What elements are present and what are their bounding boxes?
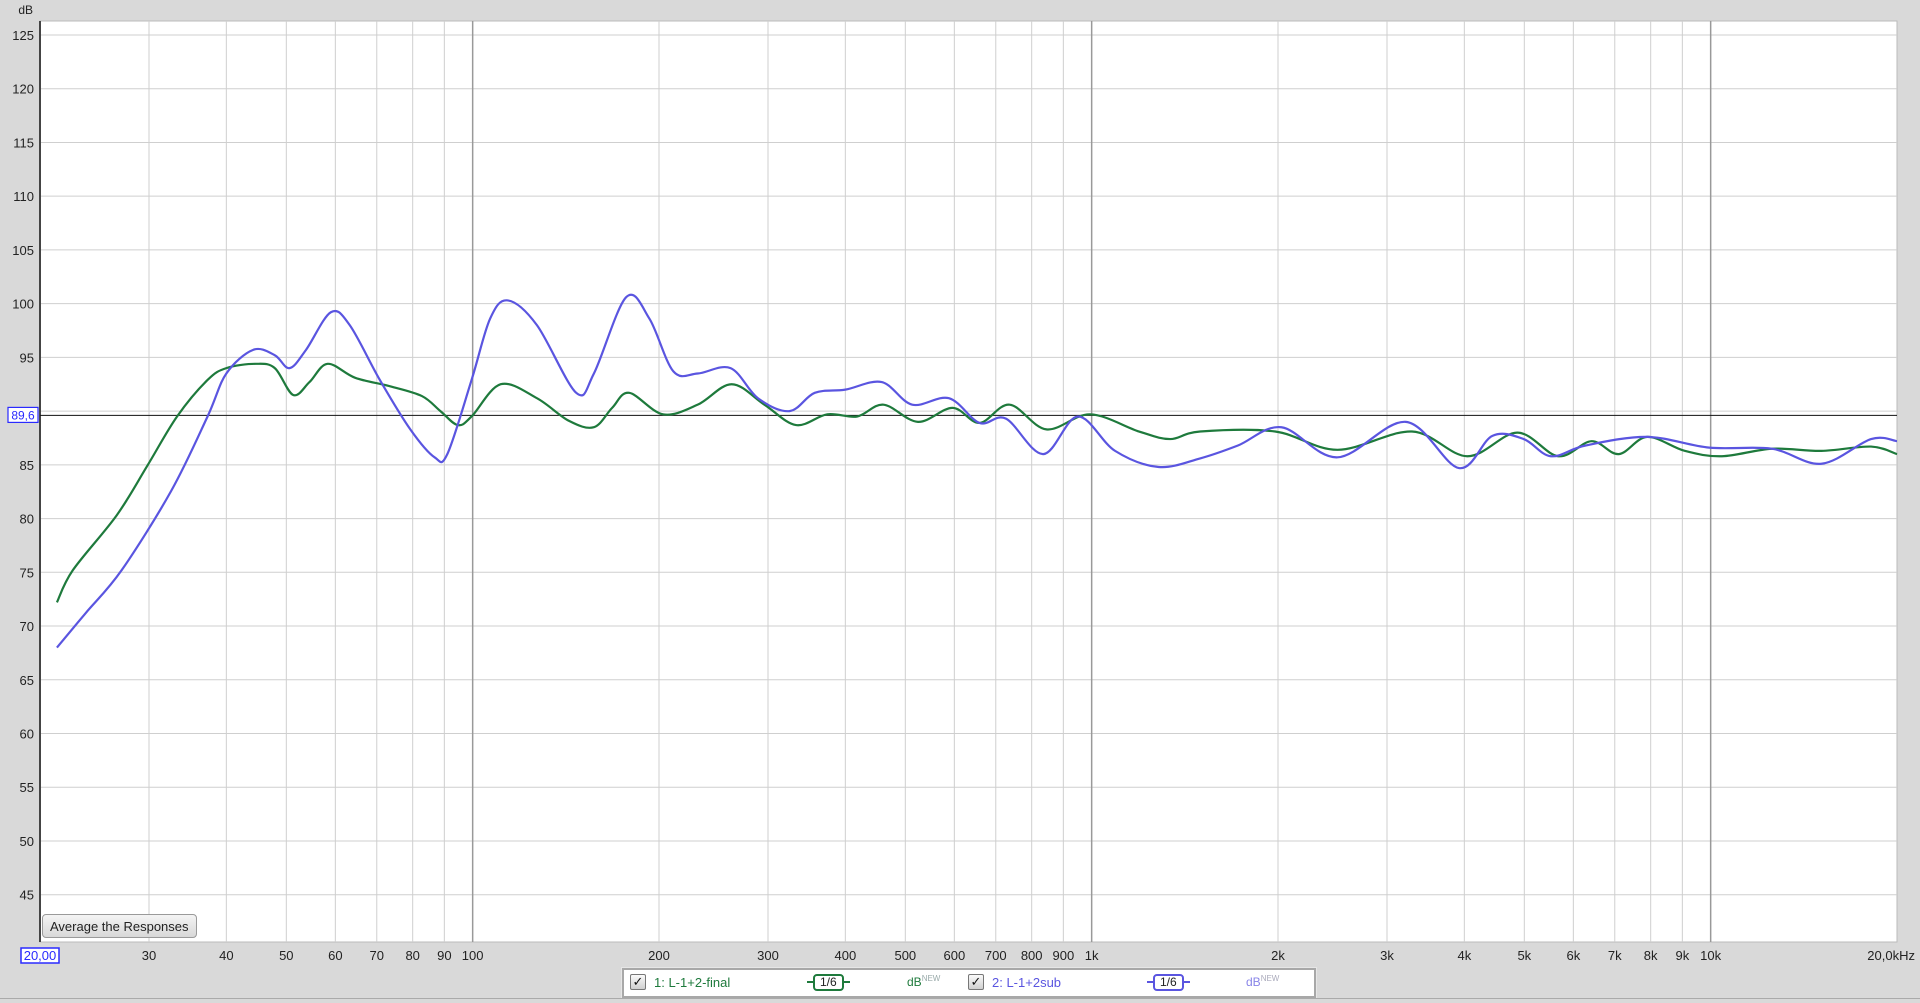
y-tick-label: 70 [20, 619, 34, 634]
x-tick-label: 20,0kHz [1867, 948, 1915, 963]
x-tick-label: 1k [1085, 948, 1099, 963]
series-1-unit-text: dB [907, 975, 922, 989]
x-tick-label: 9k [1675, 948, 1689, 963]
x-tick-label: 90 [437, 948, 451, 963]
x-tick-label: 20,00 [24, 948, 57, 963]
y-tick-label: 65 [20, 673, 34, 688]
x-tick-label: 200 [648, 948, 670, 963]
x-tick-label: 8k [1644, 948, 1658, 963]
x-tick-label: 80 [405, 948, 419, 963]
y-tick-label: 95 [20, 350, 34, 365]
x-tick-label: 40 [219, 948, 233, 963]
series-1-checkbox[interactable]: ✓ [630, 974, 646, 990]
y-tick-label: 115 [13, 135, 34, 150]
series-2-unit-text: dB [1246, 975, 1261, 989]
y-tick-label: 45 [20, 888, 34, 903]
y-axis-label: dB [18, 3, 33, 17]
x-tick-label: 3k [1380, 948, 1394, 963]
plot-area [39, 20, 1898, 943]
y-tick-label: 100 [12, 297, 34, 312]
y-tick-label: 110 [13, 189, 34, 204]
x-tick-label: 2k [1271, 948, 1285, 963]
x-tick-label: 70 [370, 948, 384, 963]
y-tick-label: 80 [20, 512, 34, 527]
x-tick-label: 5k [1517, 948, 1531, 963]
y-tick-label: 75 [20, 565, 34, 580]
legend: ✓ 1: L-1+2-final 1/6 dBNEW ✓ 2: L-1+2sub… [622, 968, 1316, 998]
x-tick-label: 600 [943, 948, 965, 963]
x-tick-label: 30 [142, 948, 156, 963]
average-responses-button[interactable]: Average the Responses [42, 914, 197, 938]
x-tick-label: 900 [1052, 948, 1074, 963]
x-tick-label: 300 [757, 948, 779, 963]
y-tick-label: 50 [20, 834, 34, 849]
series-2-checkbox[interactable]: ✓ [968, 974, 984, 990]
x-tick-label: 7k [1608, 948, 1622, 963]
x-tick-label: 100 [462, 948, 484, 963]
series-1-smoothing-value: 1/6 [813, 973, 844, 991]
x-tick-label: 700 [985, 948, 1007, 963]
series-2-label: 2: L-1+2sub [992, 974, 1062, 990]
x-tick-label: 50 [279, 948, 293, 963]
x-tick-label: 10k [1700, 948, 1721, 963]
legend-item-2: ✓ 2: L-1+2sub [968, 974, 1061, 990]
y-tick-label: 105 [12, 243, 34, 258]
series-1-unit[interactable]: dBNEW [907, 974, 940, 989]
y-tick-label: 60 [20, 727, 34, 742]
x-tick-label: 4k [1457, 948, 1471, 963]
x-tick-label: 6k [1566, 948, 1580, 963]
window-bottom-divider [0, 998, 1920, 999]
y-tick-label: 85 [20, 458, 34, 473]
reference-level-label: 89,6 [11, 408, 35, 422]
x-tick-label: 500 [894, 948, 916, 963]
series-2-new-badge: NEW [1260, 974, 1280, 983]
x-tick-label: 800 [1021, 948, 1043, 963]
series-2-smoothing[interactable]: 1/6 [1147, 973, 1190, 991]
legend-item-1: ✓ 1: L-1+2-final [630, 974, 730, 990]
series-2-unit[interactable]: dBNEW [1246, 974, 1279, 989]
y-tick-label: 125 [12, 28, 34, 43]
x-tick-label: 60 [328, 948, 342, 963]
series-2-smoothing-value: 1/6 [1153, 973, 1184, 991]
y-tick-label: 120 [12, 82, 34, 97]
y-tick-label: 55 [20, 780, 34, 795]
series-1-label: 1: L-1+2-final [654, 974, 731, 990]
series-1-smoothing[interactable]: 1/6 [807, 973, 850, 991]
x-tick-label: 400 [834, 948, 856, 963]
series-1-new-badge: NEW [921, 974, 941, 983]
frequency-response-chart: 125 120 115 110 105 100 95 90 85 80 75 70 65 60 55 50 45… [7, 3, 1915, 964]
